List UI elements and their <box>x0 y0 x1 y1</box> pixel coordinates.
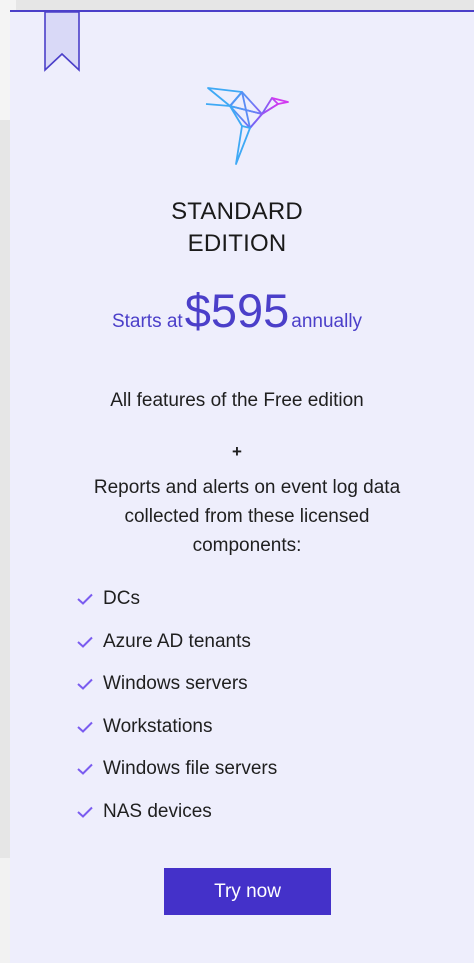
price-row: Starts at$595 annually <box>0 286 474 336</box>
list-item: NAS devices <box>76 791 277 834</box>
checkmark-icon <box>77 806 93 818</box>
component-label: Workstations <box>103 715 213 737</box>
price-amount: $595 <box>184 284 290 337</box>
plus-sign: + <box>232 442 242 461</box>
checkmark-icon <box>77 636 93 648</box>
list-item: Windows file servers <box>76 748 277 791</box>
description-text: Reports and alerts on event log data col… <box>93 477 401 556</box>
price-suffix: annually <box>291 311 363 332</box>
checkmark-icon <box>77 594 93 606</box>
licensed-components-list: DCs Azure AD tenants Windows servers Wor… <box>76 578 277 833</box>
edition-title: STANDARD EDITION <box>0 196 474 260</box>
checkmark-icon <box>77 764 93 776</box>
bookmark-ribbon-icon <box>44 12 80 72</box>
component-label: Windows servers <box>103 673 248 695</box>
list-item: Windows servers <box>76 663 277 706</box>
try-now-button[interactable]: Try now <box>164 868 331 915</box>
list-item: DCs <box>76 578 277 621</box>
list-item: Workstations <box>76 706 277 749</box>
origami-bird-logo-icon <box>205 87 289 165</box>
component-label: Azure AD tenants <box>103 630 251 652</box>
price-prefix: Starts at <box>111 311 183 332</box>
checkmark-icon <box>77 721 93 733</box>
component-label: DCs <box>103 588 140 610</box>
checkmark-icon <box>77 679 93 691</box>
edition-title-line-2: EDITION <box>187 230 287 257</box>
list-item: Azure AD tenants <box>76 621 277 664</box>
features-heading: All features of the Free edition <box>110 390 364 411</box>
component-label: NAS devices <box>103 800 212 822</box>
edition-title-line-1: STANDARD <box>171 198 303 225</box>
component-label: Windows file servers <box>103 758 278 780</box>
